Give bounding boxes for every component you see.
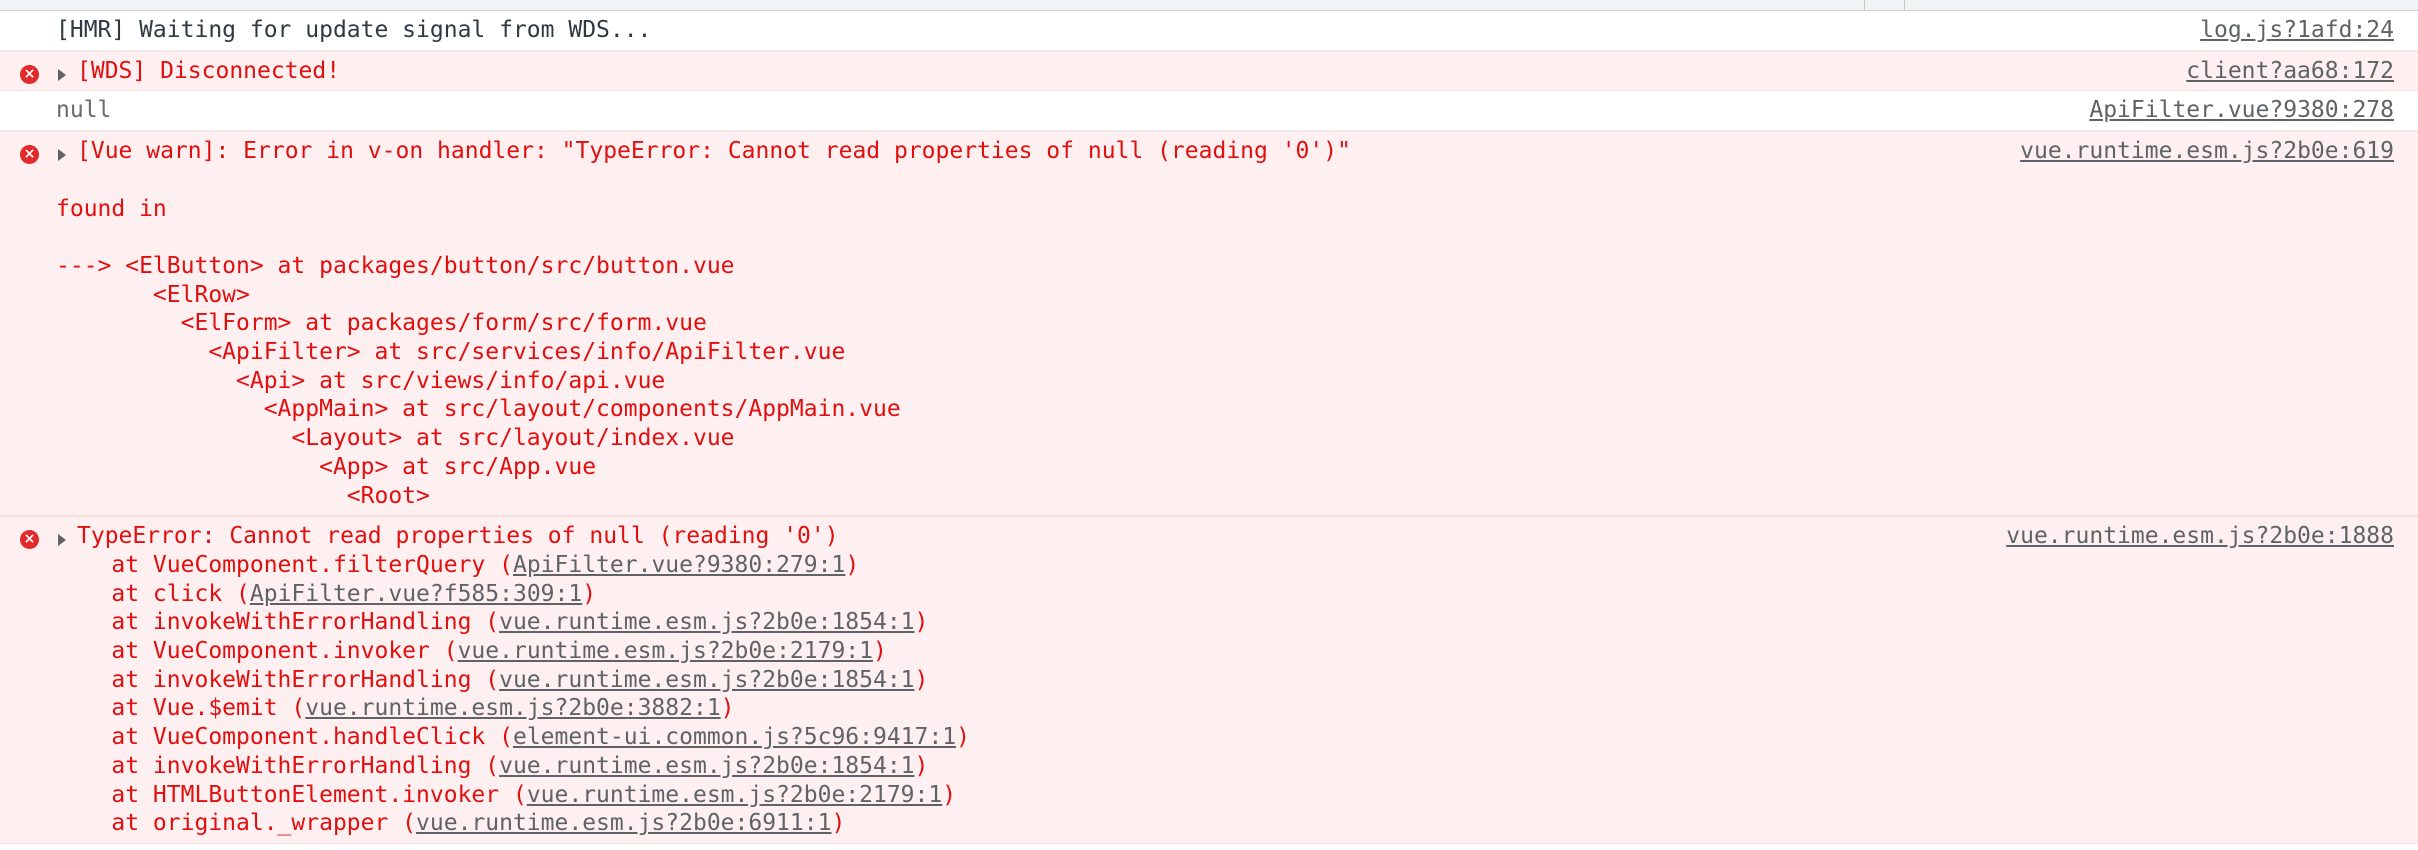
stack-trace-line: at invokeWithErrorHandling (vue.runtime.… [56,608,2418,637]
stack-trace-line: at Vue.$emit (vue.runtime.esm.js?2b0e:38… [56,694,2418,723]
trace-source-link[interactable]: vue.runtime.esm.js?2b0e:2179:1 [458,638,873,664]
trace-prefix: at original._wrapper ( [56,810,417,837]
expand-arrow-icon[interactable] [58,534,66,547]
component-tree-line: <ElForm> at packages/form/src/form.vue [56,310,707,337]
stack-trace-line: at VueComponent.invoker (vue.runtime.esm… [56,637,2418,666]
expand-arrow-icon[interactable] [58,149,66,162]
trace-suffix: ) [914,666,929,693]
trace-source-link[interactable]: vue.runtime.esm.js?2b0e:1854:1 [499,753,914,779]
trace-prefix: at click ( [56,580,250,607]
toolbar-divider [1904,0,1905,10]
component-tree-line: <Api> at src/views/info/api.vue [56,367,666,394]
component-tree-line: ---> <ElButton> at packages/button/src/b… [56,252,735,279]
trace-suffix: ) [720,695,735,722]
found-in-label: found in [56,195,167,222]
error-icon: × [20,64,39,84]
trace-source-link[interactable]: vue.runtime.esm.js?2b0e:6911:1 [416,810,831,836]
console-error-vue-warn: × [Vue warn]: Error in v-on handler: "Ty… [0,131,2418,517]
stack-trace-line: at VueComponent.filterQuery (ApiFilter.v… [56,551,2418,580]
stack-trace-line: at invokeWithErrorHandling (vue.runtime.… [56,666,2418,695]
trace-prefix: at invokeWithErrorHandling ( [56,609,500,636]
trace-source-link[interactable]: vue.runtime.esm.js?2b0e:1854:1 [499,609,914,635]
trace-source-link[interactable]: vue.runtime.esm.js?2b0e:2179:1 [527,782,942,808]
stack-trace-line: at invokeWithErrorHandling (vue.runtime.… [56,752,2418,781]
stack-trace-line: at click (ApiFilter.vue?f585:309:1) [56,580,2418,609]
trace-prefix: at VueComponent.invoker ( [56,638,458,665]
message-text: [HMR] Waiting for update signal from WDS… [56,17,652,43]
component-tree-line: <Layout> at src/layout/index.vue [56,425,735,452]
component-tree-line: <ElRow> [56,281,250,308]
trace-suffix: ) [914,609,929,636]
console-message-hmr: [HMR] Waiting for update signal from WDS… [0,11,2418,51]
trace-suffix: ) [914,752,929,779]
trace-prefix: at invokeWithErrorHandling ( [56,666,500,693]
stack-trace-line: at original._wrapper (vue.runtime.esm.js… [56,809,2418,838]
console-error-wds: × [WDS] Disconnected! client?aa68:172 [0,50,2418,92]
source-link[interactable]: vue.runtime.esm.js?2b0e:619 [2020,137,2394,166]
trace-suffix: ) [942,781,957,808]
console-messages: [HMR] Waiting for update signal from WDS… [0,11,2418,844]
trace-source-link[interactable]: vue.runtime.esm.js?2b0e:1854:1 [499,667,914,693]
trace-suffix: ) [845,551,860,578]
console-toolbar-edge [0,0,2418,11]
source-link[interactable]: vue.runtime.esm.js?2b0e:1888 [2006,522,2394,551]
source-link[interactable]: ApiFilter.vue?9380:278 [2089,96,2394,125]
trace-source-link[interactable]: vue.runtime.esm.js?2b0e:3882:1 [305,695,720,721]
console-error-type-error: × TypeError: Cannot read properties of n… [0,516,2418,844]
component-tree-line: <App> at src/App.vue [56,453,597,480]
component-tree-line: <ApiFilter> at src/services/info/ApiFilt… [56,339,846,365]
stack-trace-line: at VueComponent.handleClick (element-ui.… [56,723,2418,752]
component-tree-line: <Root> [56,482,430,509]
trace-prefix: at HTMLButtonElement.invoker ( [56,781,527,808]
error-icon: × [20,145,39,165]
trace-source-link[interactable]: element-ui.common.js?5c96:9417:1 [513,724,956,750]
message-text: null [56,97,112,124]
error-icon: × [20,530,39,550]
stack-trace-line: at HTMLButtonElement.invoker (vue.runtim… [56,781,2418,810]
trace-prefix: at invokeWithErrorHandling ( [56,752,500,779]
toolbar-divider [1864,0,1865,10]
trace-suffix: ) [956,724,970,751]
trace-suffix: ) [582,580,597,607]
trace-prefix: at Vue.$emit ( [56,695,306,722]
trace-prefix: at VueComponent.filterQuery ( [56,551,513,578]
console-message-null: null ApiFilter.vue?9380:278 [0,91,2418,132]
message-text[interactable]: [WDS] Disconnected! [77,57,2418,86]
trace-suffix: ) [831,810,846,837]
component-tree-line: <AppMain> at src/layout/components/AppMa… [56,396,901,423]
expand-arrow-icon[interactable] [58,68,66,81]
trace-source-link[interactable]: ApiFilter.vue?9380:279:1 [513,552,845,578]
trace-source-link[interactable]: ApiFilter.vue?f585:309:1 [250,581,582,607]
trace-suffix: ) [873,638,887,665]
source-link[interactable]: log.js?1afd:24 [2200,16,2394,45]
source-link[interactable]: client?aa68:172 [2186,57,2394,86]
trace-prefix: at VueComponent.handleClick ( [56,724,513,751]
